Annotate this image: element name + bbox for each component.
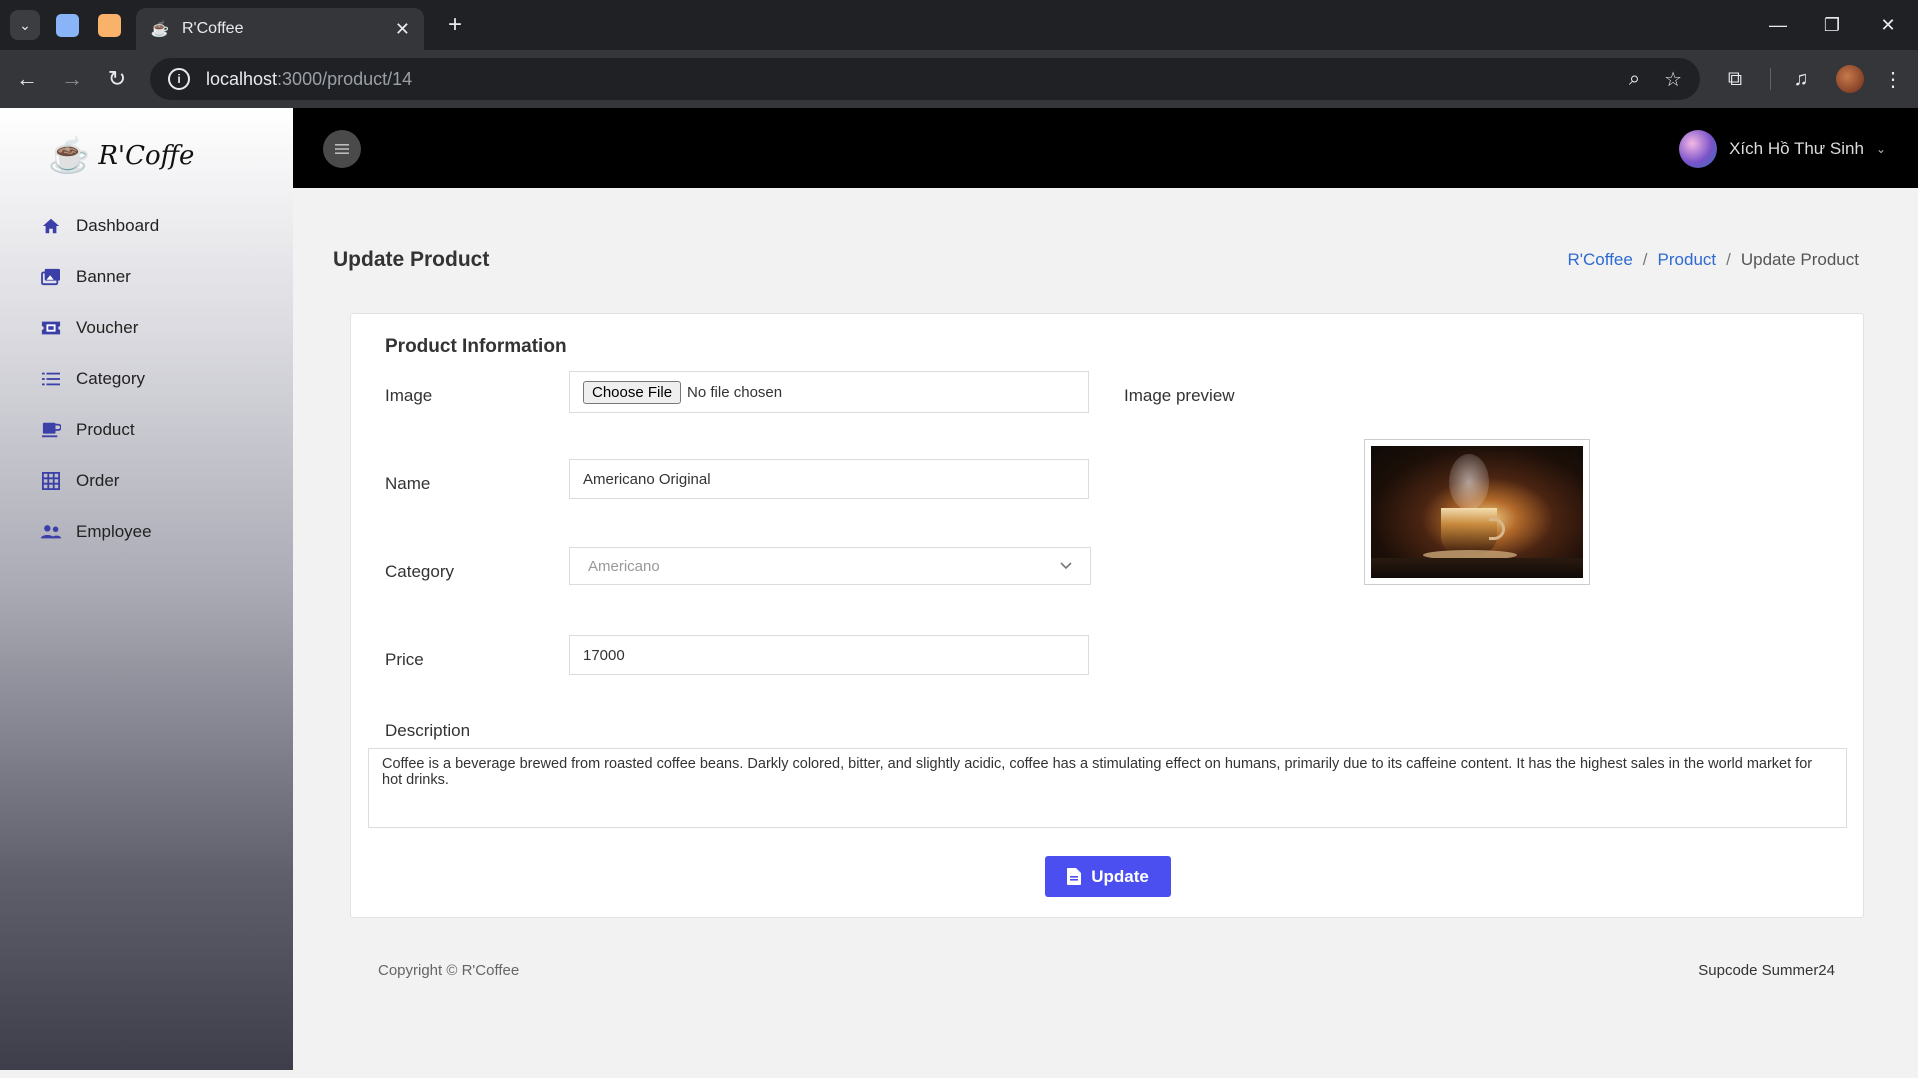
sidebar-item-label: Category (76, 368, 145, 388)
browser-profile-avatar[interactable] (1836, 65, 1864, 93)
browser-tab-bar: ⌄ ☕ R'Coffee ✕ + — ❐ ✕ (0, 0, 1918, 50)
browser-menu-icon[interactable]: ⋮ (1878, 64, 1908, 94)
section-title: Product Information (385, 336, 567, 357)
chevron-down-icon: ⌄ (1875, 142, 1886, 156)
footer-copyright: Copyright © R'Coffee (378, 962, 520, 979)
coffee-cup-icon: ☕ (48, 137, 91, 175)
bookmark-star-icon[interactable]: ☆ (1664, 67, 1682, 92)
sidebar: ☕ R'Coffe Dashboard Banner Voucher Categ… (0, 108, 293, 1070)
media-control-icon[interactable]: ♫ (1786, 64, 1816, 94)
sidebar-item-label: Dashboard (76, 215, 160, 235)
tab-title: R'Coffee (182, 20, 244, 37)
price-input[interactable]: 17000 (569, 635, 1089, 675)
name-label: Name (385, 474, 431, 493)
coffee-favicon-icon: ☕ (150, 21, 170, 38)
pinned-tab-blue[interactable] (56, 14, 79, 37)
file-icon (1067, 868, 1082, 885)
forward-icon[interactable]: → (57, 64, 87, 94)
breadcrumb-current: Update Product (1740, 250, 1859, 269)
restore-button[interactable]: ❐ (1812, 10, 1852, 40)
choose-file-button[interactable]: Choose File (583, 380, 682, 404)
minimize-button[interactable]: — (1758, 10, 1798, 40)
active-tab[interactable]: ☕ R'Coffee ✕ (136, 8, 424, 50)
breadcrumb-home-link[interactable]: R'Coffee (1567, 250, 1632, 270)
user-name: Xích Hồ Thư Sinh (1729, 139, 1864, 158)
pinned-tab-orange[interactable] (98, 14, 121, 37)
site-info-icon[interactable]: i (168, 68, 190, 90)
update-button-label: Update (1091, 866, 1149, 886)
breadcrumb: R'Coffee / Product / Update Product (1567, 250, 1859, 270)
sidebar-item-voucher[interactable]: Voucher (40, 302, 280, 353)
back-icon[interactable]: ← (12, 64, 42, 94)
chevron-down-icon (1060, 562, 1072, 570)
sidebar-item-order[interactable]: Order (40, 455, 280, 506)
new-tab-button[interactable]: + (440, 10, 470, 40)
url-text[interactable]: localhost:3000/product/14 (206, 69, 1605, 90)
sidebar-item-category[interactable]: Category (40, 353, 280, 404)
breadcrumb-separator: / (1726, 250, 1731, 269)
mug-icon (40, 419, 62, 441)
category-selected-value: Americano (588, 557, 660, 575)
users-icon (40, 521, 62, 543)
image-file-input[interactable]: Choose File No file chosen (569, 371, 1089, 413)
sidebar-toggle-button[interactable] (323, 130, 361, 168)
tab-search-button[interactable]: ⌄ (10, 10, 40, 40)
user-menu[interactable]: Xích Hồ Thư Sinh ⌄ (1679, 130, 1886, 168)
brand-logo[interactable]: ☕ R'Coffe (48, 136, 194, 176)
sidebar-item-employee[interactable]: Employee (40, 506, 280, 557)
brand-name: R'Coffe (98, 141, 195, 171)
page-title: Update Product (333, 248, 490, 271)
name-input[interactable]: Americano Original (569, 459, 1089, 499)
home-icon (40, 215, 62, 237)
top-header: Xích Hồ Thư Sinh ⌄ (293, 108, 1918, 188)
avatar (1679, 130, 1718, 168)
file-status: No file chosen (687, 383, 783, 401)
product-form-card: Product Information Image Choose File No… (350, 313, 1864, 918)
address-bar[interactable]: i localhost:3000/product/14 ⌕ ☆ (150, 58, 1700, 100)
image-preview-label: Image preview (1124, 386, 1235, 405)
zoom-icon[interactable]: ⌕ (1629, 68, 1640, 91)
coffee-product-image (1371, 446, 1583, 578)
footer-credit: Supcode Summer24 (1698, 962, 1835, 979)
close-tab-icon[interactable]: ✕ (395, 19, 410, 40)
sidebar-item-label: Banner (76, 266, 131, 286)
description-label: Description (385, 721, 471, 740)
sidebar-menu: Dashboard Banner Voucher Category Produc… (40, 200, 280, 557)
close-window-button[interactable]: ✕ (1868, 10, 1908, 40)
sidebar-item-dashboard[interactable]: Dashboard (40, 200, 280, 251)
extensions-icon[interactable]: ⧉ (1720, 64, 1750, 94)
browser-toolbar: ← → ↻ i localhost:3000/product/14 ⌕ ☆ ⧉ … (0, 50, 1918, 108)
images-icon (40, 266, 62, 288)
image-preview (1364, 439, 1590, 585)
category-select[interactable]: Americano (569, 547, 1091, 585)
category-label: Category (385, 562, 454, 581)
toolbar-divider (1770, 68, 1771, 90)
hamburger-icon (335, 144, 349, 154)
description-textarea[interactable]: Coffee is a beverage brewed from roasted… (368, 748, 1847, 828)
table-icon (40, 470, 62, 492)
sidebar-item-label: Employee (76, 521, 152, 541)
sidebar-item-product[interactable]: Product (40, 404, 280, 455)
price-label: Price (385, 650, 424, 669)
sidebar-item-label: Voucher (76, 317, 139, 337)
breadcrumb-separator: / (1642, 250, 1648, 269)
list-icon (40, 368, 62, 390)
image-label: Image (385, 386, 433, 405)
ticket-icon (40, 317, 62, 339)
update-button[interactable]: Update (1045, 856, 1171, 897)
reload-icon[interactable]: ↻ (102, 64, 132, 94)
sidebar-item-banner[interactable]: Banner (40, 251, 280, 302)
sidebar-item-label: Order (76, 470, 120, 490)
sidebar-item-label: Product (76, 419, 135, 439)
breadcrumb-product-link[interactable]: Product (1658, 250, 1717, 270)
